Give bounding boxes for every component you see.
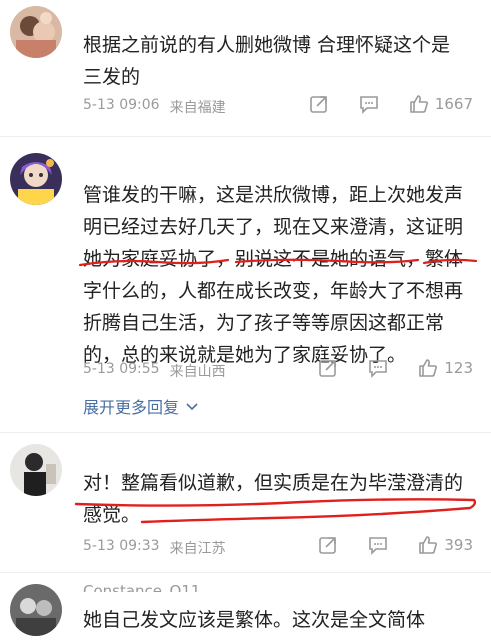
divider bbox=[0, 572, 491, 573]
comment-meta: 5-13 09:33 来自江苏 bbox=[83, 538, 226, 558]
avatar[interactable] bbox=[10, 153, 62, 205]
comment-meta: 5-13 09:06 来自福建 bbox=[83, 97, 226, 117]
like-count: 1667 bbox=[434, 95, 473, 113]
comment-button[interactable] bbox=[359, 94, 379, 114]
expand-replies-link[interactable]: 展开更多回复 bbox=[83, 394, 199, 418]
share-button[interactable] bbox=[318, 535, 338, 555]
comment-text: 她自己发文应该是繁体。这次是全文简体 bbox=[83, 609, 426, 631]
comment-time: 5-13 09:33 bbox=[83, 538, 160, 554]
like-icon bbox=[410, 95, 428, 113]
comment-actions: 393 bbox=[318, 535, 473, 555]
like-button[interactable]: 393 bbox=[418, 535, 473, 555]
share-icon bbox=[310, 96, 327, 113]
comment-time: 5-13 09:06 bbox=[83, 97, 160, 113]
like-icon bbox=[419, 359, 438, 377]
divider bbox=[0, 136, 491, 137]
comment-icon bbox=[369, 360, 388, 378]
comment-source: 来自山西 bbox=[169, 364, 226, 380]
avatar[interactable] bbox=[10, 584, 62, 636]
share-icon bbox=[319, 537, 337, 554]
comment-source: 来自江苏 bbox=[169, 541, 226, 557]
avatar[interactable] bbox=[10, 6, 62, 58]
comment-icon bbox=[360, 96, 378, 114]
like-icon bbox=[419, 536, 438, 554]
share-button[interactable] bbox=[309, 94, 329, 114]
like-button[interactable]: 123 bbox=[418, 358, 473, 378]
comment-button[interactable] bbox=[368, 535, 388, 555]
comment-text: 对！整篇看似道歉，但实质是在为毕滢澄清的 感觉。 bbox=[83, 472, 464, 526]
comment-text: 管谁发的干嘛，这是洪欣微博，距上次她发声 明已经过去好几天了，现在又来澄清，这证… bbox=[83, 184, 464, 366]
like-count: 393 bbox=[444, 536, 473, 554]
share-button[interactable] bbox=[318, 358, 338, 378]
comment-source: 来自福建 bbox=[169, 100, 226, 116]
share-icon bbox=[319, 360, 337, 377]
comment-text: 根据之前说的有人删她微博 合理怀疑这个是 三发的 bbox=[83, 34, 451, 88]
comment-actions: 1667 bbox=[309, 94, 473, 114]
expand-replies-label: 展开更多回复 bbox=[83, 398, 180, 417]
divider bbox=[0, 432, 491, 433]
chevron-down-icon bbox=[186, 403, 198, 411]
comment-meta: 5-13 09:55 来自山西 bbox=[83, 361, 226, 381]
comment-icon bbox=[369, 537, 388, 555]
like-count: 123 bbox=[444, 359, 473, 377]
avatar[interactable] bbox=[10, 444, 62, 496]
comment-time: 5-13 09:55 bbox=[83, 361, 160, 377]
comment-actions: 123 bbox=[318, 358, 473, 378]
like-button[interactable]: 1667 bbox=[409, 94, 473, 114]
comment-button[interactable] bbox=[368, 358, 388, 378]
comment-username[interactable]: Constance_Q11 bbox=[83, 582, 200, 592]
